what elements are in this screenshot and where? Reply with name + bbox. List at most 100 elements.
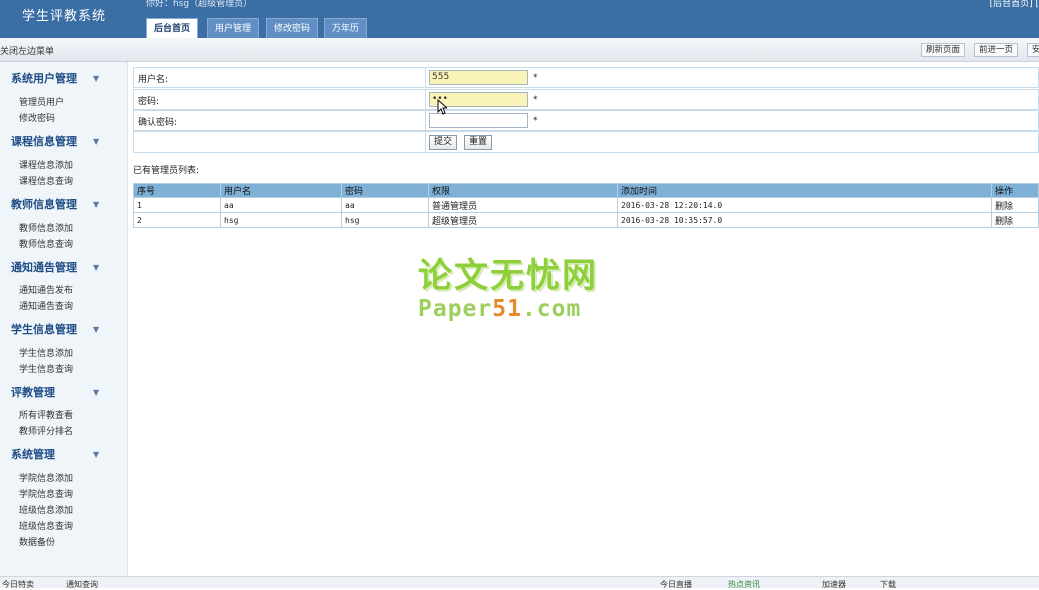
chevron-down-icon[interactable]: ▼ — [93, 137, 99, 146]
admin-table: 序号 用户名 密码 权限 添加时间 操作 1 aa aa 普通管理员 2016-… — [133, 183, 1039, 228]
sidebar-item-notice-query[interactable]: 通知通告查询 — [19, 299, 73, 312]
sidebar-item-notice-publish[interactable]: 通知通告发布 — [19, 283, 73, 296]
divider — [425, 90, 426, 109]
password-label: 密码: — [138, 97, 160, 107]
sidebar-item-teacher-query[interactable]: 教师信息查询 — [19, 237, 73, 250]
sidebar-item-all-evaluations[interactable]: 所有评教查看 — [19, 408, 73, 421]
tab-user-management[interactable]: 用户管理 — [207, 18, 260, 38]
required-mark: * — [533, 73, 538, 83]
cell-no: 1 — [133, 197, 221, 213]
sidebar-item-course-add[interactable]: 课程信息添加 — [19, 158, 73, 171]
sidebar-item-college-add[interactable]: 学院信息添加 — [19, 471, 73, 484]
cell-role: 超级管理员 — [428, 212, 618, 228]
app-title: 学生评教系统 — [22, 9, 107, 24]
form-row-confirm-password: 确认密码: * — [133, 110, 1039, 131]
mouse-cursor-icon — [437, 99, 447, 115]
sidebar-item-student-query[interactable]: 学生信息查询 — [19, 362, 73, 375]
column-header-role: 权限 — [428, 183, 618, 198]
chevron-down-icon[interactable]: ▼ — [93, 263, 99, 272]
table-header-row: 序号 用户名 密码 权限 添加时间 操作 — [133, 183, 1039, 198]
column-header-no: 序号 — [133, 183, 221, 198]
cell-added-time: 2016-03-28 12:20:14.0 — [617, 197, 992, 213]
chevron-down-icon[interactable]: ▼ — [93, 74, 99, 83]
status-item-left-1[interactable]: 今日特卖 — [2, 579, 34, 590]
chevron-down-icon[interactable]: ▼ — [93, 388, 99, 397]
column-header-added-time: 添加时间 — [617, 183, 992, 198]
sidebar-section-evaluation[interactable]: 评教管理 — [11, 384, 55, 400]
sidebar-item-class-add[interactable]: 班级信息添加 — [19, 503, 73, 516]
browser-status-bar: 今日特卖 通知查询 今日直播 热点资讯 加速器 下载 — [0, 576, 1039, 590]
toolbar: 关闭左边菜单 刷新页面 前进一页 安 — [0, 38, 1039, 62]
sidebar-menu: 系统用户管理 ▼ 管理员用户 修改密码 课程信息管理 ▼ 课程信息添加 课程信息… — [0, 62, 128, 576]
watermark-logo: 论文无忧网 Paper51.com — [418, 256, 628, 322]
confirm-password-input[interactable] — [429, 113, 528, 128]
tab-home[interactable]: 后台首页 — [146, 18, 199, 38]
form-row-username: 用户名: 555 * — [133, 67, 1039, 88]
cell-username: hsg — [220, 212, 342, 228]
sidebar-item-teacher-ranking[interactable]: 教师评分排名 — [19, 424, 73, 437]
forward-page-button[interactable]: 前进一页 — [974, 43, 1019, 57]
tab-change-password[interactable]: 修改密码 — [266, 18, 319, 38]
admin-list-title: 已有管理员列表: — [133, 166, 200, 176]
column-header-password: 密码 — [341, 183, 429, 198]
cell-added-time: 2016-03-28 10:35:57.0 — [617, 212, 992, 228]
sidebar-section-notices[interactable]: 通知通告管理 — [11, 259, 77, 275]
sidebar-section-system-users[interactable]: 系统用户管理 — [11, 70, 77, 86]
delete-link[interactable]: 删除 — [991, 212, 1039, 228]
confirm-password-label: 确认密码: — [138, 118, 178, 128]
column-header-username: 用户名 — [220, 183, 342, 198]
tab-calendar[interactable]: 万年历 — [324, 18, 368, 38]
sidebar-item-data-backup[interactable]: 数据备份 — [19, 535, 55, 548]
submit-button[interactable]: 提交 — [429, 135, 458, 150]
sidebar-section-teachers[interactable]: 教师信息管理 — [11, 196, 77, 212]
top-header: 学生评教系统 你好：hsg（超级管理员） [后台首页] [ 后台首页 用户管理 … — [0, 0, 1039, 38]
chevron-down-icon[interactable]: ▼ — [93, 200, 99, 209]
sidebar-section-students[interactable]: 学生信息管理 — [11, 321, 77, 337]
watermark-en-text: Paper51.com — [418, 296, 628, 322]
column-header-action: 操作 — [991, 183, 1039, 198]
sidebar-item-course-query[interactable]: 课程信息查询 — [19, 174, 73, 187]
sidebar-item-admin-users[interactable]: 管理员用户 — [19, 95, 64, 108]
cell-password: hsg — [341, 212, 429, 228]
sidebar-item-student-add[interactable]: 学生信息添加 — [19, 346, 73, 359]
sidebar-section-system[interactable]: 系统管理 — [11, 446, 55, 462]
sidebar-item-teacher-add[interactable]: 教师信息添加 — [19, 221, 73, 234]
sidebar-item-change-password[interactable]: 修改密码 — [19, 111, 55, 124]
toggle-left-menu-link[interactable]: 关闭左边菜单 — [0, 44, 54, 57]
divider — [425, 68, 426, 87]
table-row: 1 aa aa 普通管理员 2016-03-28 12:20:14.0 删除 — [133, 197, 1039, 213]
table-row: 2 hsg hsg 超级管理员 2016-03-28 10:35:57.0 删除 — [133, 212, 1039, 228]
username-input[interactable]: 555 — [429, 70, 528, 85]
chevron-down-icon[interactable]: ▼ — [93, 325, 99, 334]
sidebar-item-college-query[interactable]: 学院信息查询 — [19, 487, 73, 500]
cell-password: aa — [341, 197, 429, 213]
reset-button[interactable]: 重置 — [464, 135, 493, 150]
divider — [425, 132, 426, 152]
watermark-en-highlight: 51 — [492, 296, 522, 322]
delete-link[interactable]: 删除 — [991, 197, 1039, 213]
required-mark: * — [533, 95, 538, 105]
divider — [425, 111, 426, 130]
required-mark: * — [533, 116, 538, 126]
watermark-en-part: .com — [521, 296, 582, 322]
welcome-text: 你好：hsg（超级管理员） — [146, 0, 253, 9]
refresh-page-button[interactable]: 刷新页面 — [921, 43, 966, 57]
watermark-cn-text: 论文无忧网 — [418, 256, 598, 296]
chevron-down-icon[interactable]: ▼ — [93, 450, 99, 459]
status-item-accelerator[interactable]: 加速器 — [822, 579, 846, 590]
more-toolbar-button[interactable]: 安 — [1027, 43, 1039, 57]
top-right-links[interactable]: [后台首页] [ — [990, 0, 1039, 9]
sidebar-section-courses[interactable]: 课程信息管理 — [11, 133, 77, 149]
form-row-password: 密码: ••• * — [133, 89, 1039, 110]
status-item-news[interactable]: 热点资讯 — [728, 579, 760, 590]
watermark-en-part: Paper — [418, 296, 493, 322]
status-item-left-2[interactable]: 通知查询 — [66, 579, 98, 590]
cell-no: 2 — [133, 212, 221, 228]
username-label: 用户名: — [138, 75, 169, 85]
sidebar-item-class-query[interactable]: 班级信息查询 — [19, 519, 73, 532]
status-item-live[interactable]: 今日直播 — [660, 579, 692, 590]
cell-role: 普通管理员 — [428, 197, 618, 213]
form-row-actions: 提交 重置 — [133, 131, 1039, 153]
cell-username: aa — [220, 197, 342, 213]
status-item-download[interactable]: 下载 — [880, 579, 896, 590]
